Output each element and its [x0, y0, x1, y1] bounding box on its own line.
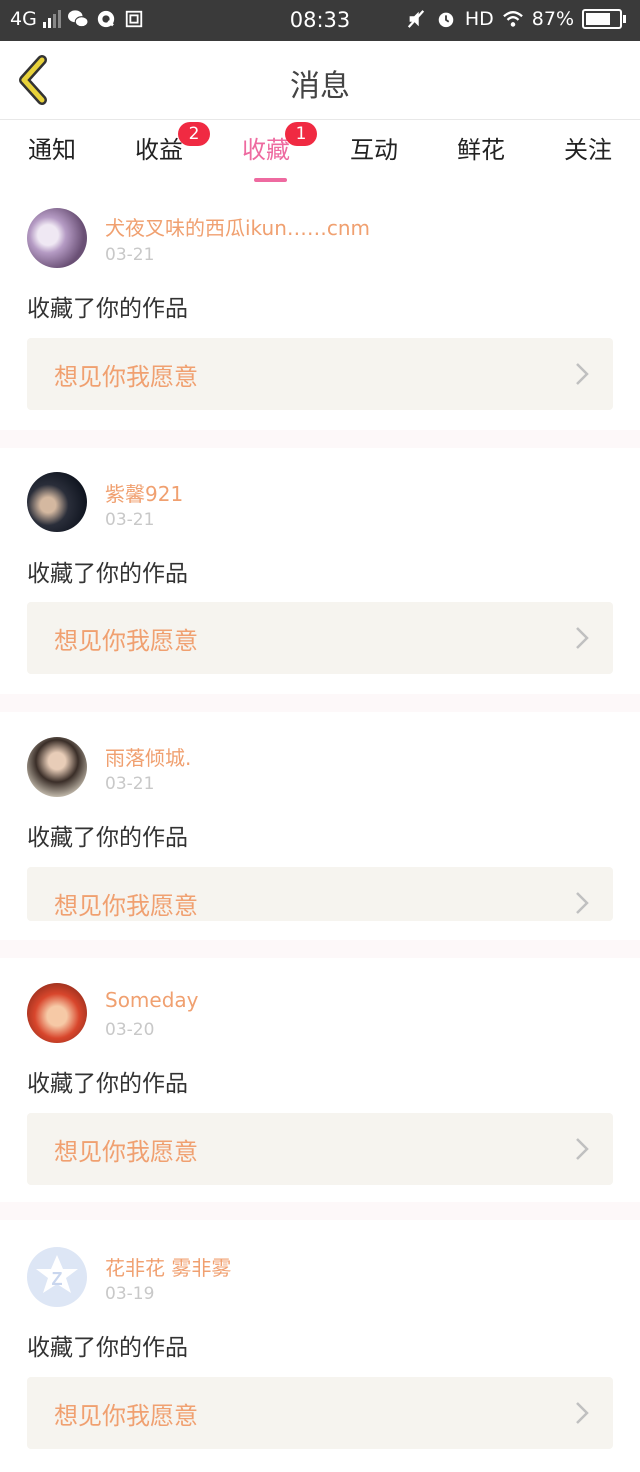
action-text: 收藏了你的作品 — [27, 825, 188, 851]
badge: 2 — [178, 122, 210, 146]
chevron-right-icon — [576, 1138, 589, 1160]
avatar[interactable] — [27, 737, 87, 797]
tab-earnings[interactable]: 收益 2 — [114, 122, 210, 165]
divider — [0, 694, 640, 712]
date: 03-21 — [105, 510, 155, 530]
action-text: 收藏了你的作品 — [27, 561, 188, 587]
date: 03-21 — [105, 245, 155, 265]
work-title: 想见你我愿意 — [54, 363, 198, 391]
chevron-right-icon — [576, 363, 589, 385]
tab-flowers[interactable]: 鲜花 — [436, 130, 526, 165]
divider — [0, 1202, 640, 1220]
tab-label: 鲜花 — [457, 136, 505, 164]
work-card[interactable]: 想见你我愿意 — [27, 338, 613, 410]
list-item: Someday 03-20 收藏了你的作品 想见你我愿意 — [0, 958, 640, 1202]
date: 03-21 — [105, 774, 155, 794]
work-card[interactable]: 想见你我愿意 — [27, 602, 613, 674]
tab-favorites[interactable]: 收藏 1 — [221, 122, 317, 182]
alarm-icon — [438, 12, 454, 28]
username[interactable]: 犬夜叉味的西瓜ikun……cnm — [105, 212, 370, 241]
divider — [0, 940, 640, 958]
list-item: 紫馨921 03-21 收藏了你的作品 想见你我愿意 — [0, 448, 640, 694]
work-title: 想见你我愿意 — [54, 627, 198, 655]
svg-text:Z: Z — [52, 1269, 63, 1289]
wifi-icon — [502, 11, 523, 27]
tab-label: 通知 — [28, 136, 76, 164]
tab-interactions[interactable]: 互动 — [329, 130, 419, 165]
battery-icon — [582, 9, 626, 29]
work-card[interactable]: 想见你我愿意 — [27, 1377, 613, 1449]
divider — [0, 430, 640, 448]
list-item: 雨落倾城. 03-21 收藏了你的作品 想见你我愿意 — [0, 712, 640, 940]
username[interactable]: 雨落倾城. — [105, 742, 191, 771]
action-text: 收藏了你的作品 — [27, 1335, 188, 1361]
avatar[interactable] — [27, 208, 87, 268]
active-tab-indicator — [254, 178, 287, 182]
mute-icon — [407, 10, 424, 28]
tab-following[interactable]: 关注 — [543, 130, 633, 165]
hd-indicator: HD — [464, 8, 494, 30]
action-text: 收藏了你的作品 — [27, 1071, 188, 1097]
tab-label: 互动 — [350, 136, 398, 164]
tab-bar: 通知 收益 2 收藏 1 互动 鲜花 关注 — [0, 120, 640, 182]
work-title: 想见你我愿意 — [54, 1138, 198, 1166]
username[interactable]: Someday — [105, 988, 199, 1012]
list-item: 犬夜叉味的西瓜ikun……cnm 03-21 收藏了你的作品 想见你我愿意 — [0, 190, 640, 430]
header: 消息 — [0, 41, 640, 120]
page-title: 消息 — [290, 69, 350, 104]
work-title: 想见你我愿意 — [54, 1402, 198, 1430]
action-text: 收藏了你的作品 — [27, 296, 188, 322]
avatar[interactable]: Z — [27, 1247, 87, 1307]
username[interactable]: 紫馨921 — [105, 478, 183, 507]
status-right: HD 87% — [405, 8, 626, 30]
avatar[interactable] — [27, 472, 87, 532]
username[interactable]: 花非花 雾非雾 — [105, 1252, 231, 1281]
avatar[interactable] — [27, 983, 87, 1043]
chevron-right-icon — [576, 627, 589, 649]
work-card[interactable]: 想见你我愿意 — [27, 867, 613, 921]
chevron-right-icon — [576, 892, 589, 914]
work-card[interactable]: 想见你我愿意 — [27, 1113, 613, 1185]
battery-percent: 87% — [531, 8, 574, 30]
chevron-right-icon — [576, 1402, 589, 1424]
tab-notifications[interactable]: 通知 — [7, 130, 97, 165]
tab-label: 收藏 — [242, 136, 290, 164]
list-item: Z 花非花 雾非雾 03-19 收藏了你的作品 想见你我愿意 — [0, 1220, 640, 1472]
status-bar: 4G 08:33 HD 87% — [0, 0, 640, 41]
tab-label: 关注 — [564, 136, 612, 164]
badge: 1 — [285, 122, 317, 146]
date: 03-20 — [105, 1020, 155, 1040]
default-avatar-icon: Z — [36, 1255, 78, 1293]
work-title: 想见你我愿意 — [54, 892, 198, 920]
date: 03-19 — [105, 1284, 155, 1304]
tab-label: 收益 — [135, 136, 183, 164]
